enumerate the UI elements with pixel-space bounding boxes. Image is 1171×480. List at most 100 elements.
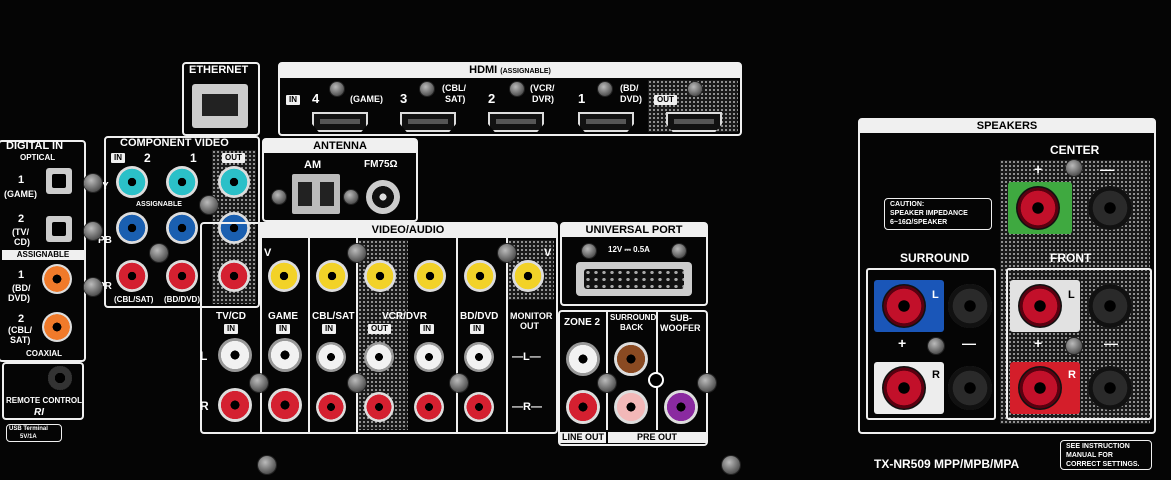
- coaxial-2-name-b: SAT): [10, 335, 31, 345]
- game-in-badge: IN: [276, 324, 290, 334]
- remote-control-jack[interactable]: [48, 366, 72, 390]
- component-1-name: (BD/DVD): [164, 295, 200, 304]
- optical-2-name-b: CD): [14, 237, 30, 247]
- vcrdvr-out-badge: OUT: [368, 324, 391, 334]
- coaxial-2-jack[interactable]: [42, 312, 72, 342]
- zone2-left-jack[interactable]: [566, 342, 600, 376]
- optical-2-name-a: (TV/: [12, 227, 29, 237]
- front-screw: [1066, 338, 1082, 354]
- surround-left-plus-terminal[interactable]: [874, 280, 944, 332]
- tvcd-audio-right-jack[interactable]: [218, 388, 252, 422]
- vcrdvr-video-in-jack[interactable]: [414, 260, 446, 292]
- tvcd-audio-left-jack[interactable]: [218, 338, 252, 372]
- game-audio-right-jack[interactable]: [268, 388, 302, 422]
- video-audio-divider-3: [356, 238, 358, 432]
- chassis-screw: [450, 374, 468, 392]
- universal-power-label: 12V ⎓ 0.5A: [608, 245, 650, 254]
- component-2-y-jack[interactable]: [116, 166, 148, 198]
- monitor-video-out-jack[interactable]: [512, 260, 544, 292]
- surround-left-label: L: [932, 289, 939, 301]
- hdmi-2-port[interactable]: [488, 112, 544, 132]
- bddvd-audio-left-jack[interactable]: [464, 342, 494, 372]
- component-1-pb-jack[interactable]: [166, 212, 198, 244]
- surround-right-minus-terminal[interactable]: [948, 366, 992, 410]
- surround-back-label-b: BACK: [620, 323, 644, 332]
- front-left-plus-terminal[interactable]: [1010, 280, 1080, 332]
- zone2-divider: [606, 312, 608, 430]
- component-2-pr-jack[interactable]: [116, 260, 148, 292]
- optical-2-jack[interactable]: [46, 216, 72, 242]
- hdmi-3-port[interactable]: [400, 112, 456, 132]
- front-left-minus-terminal[interactable]: [1088, 284, 1132, 328]
- hdmi-2-number: 2: [488, 91, 496, 106]
- universal-screw-right: [672, 244, 686, 258]
- universal-port-connector[interactable]: [576, 262, 692, 296]
- zone2-right-jack[interactable]: [566, 390, 600, 424]
- hdmi-3-number: 3: [400, 91, 408, 106]
- video-audio-divider-4: [456, 238, 458, 432]
- chassis-screw: [84, 278, 102, 296]
- hdmi-out-port[interactable]: [666, 112, 722, 132]
- cblsat-audio-left-jack[interactable]: [316, 342, 346, 372]
- am-terminal[interactable]: [292, 174, 340, 214]
- chassis-screw: [250, 374, 268, 392]
- hdmi-1-port[interactable]: [578, 112, 634, 132]
- vcrdvr-audio-right-out-jack[interactable]: [364, 392, 394, 422]
- bddvd-video-jack[interactable]: [464, 260, 496, 292]
- component-video-title: COMPONENT VIDEO: [120, 137, 229, 149]
- monitor-right-label: —R—: [512, 402, 542, 413]
- subwoofer-jack[interactable]: [664, 390, 698, 424]
- bddvd-audio-right-jack[interactable]: [464, 392, 494, 422]
- game-video-jack[interactable]: [268, 260, 300, 292]
- game-audio-left-jack[interactable]: [268, 338, 302, 372]
- center-plus-terminal[interactable]: [1008, 182, 1072, 234]
- chassis-screw: [84, 174, 102, 192]
- ethernet-port[interactable]: [192, 84, 248, 128]
- vcrdvr-audio-right-in-jack[interactable]: [414, 392, 444, 422]
- ri-logo: RI: [34, 407, 44, 418]
- hdmi-4-port[interactable]: [312, 112, 368, 132]
- hdmi-2-screw: [510, 82, 524, 96]
- am-label: AM: [304, 159, 322, 171]
- hdmi-4-screw: [330, 82, 344, 96]
- vcrdvr-audio-left-out-jack[interactable]: [364, 342, 394, 372]
- zone2-label: ZONE 2: [564, 317, 601, 328]
- cblsat-video-jack[interactable]: [316, 260, 348, 292]
- center-minus-terminal[interactable]: [1088, 186, 1132, 230]
- hdmi-title: HDMI: [469, 64, 498, 76]
- component-out-y-jack[interactable]: [218, 166, 250, 198]
- usb-terminal-label: USB Terminal: [9, 426, 48, 432]
- front-plus-sign: +: [1034, 335, 1043, 351]
- component-input-2-number: 2: [144, 151, 151, 165]
- component-1-pr-jack[interactable]: [166, 260, 198, 292]
- front-right-minus-terminal[interactable]: [1088, 366, 1132, 410]
- fm-connector[interactable]: [366, 180, 400, 214]
- surround-back-right-jack[interactable]: [614, 390, 648, 424]
- center-screw: [1066, 160, 1082, 176]
- hdmi-in-badge: IN: [286, 95, 300, 105]
- optical-label: OPTICAL: [20, 153, 56, 162]
- hdmi-3-name-a: (CBL/: [442, 83, 466, 93]
- front-minus-sign: —: [1104, 335, 1118, 351]
- cblsat-audio-right-jack[interactable]: [316, 392, 346, 422]
- vcrdvr-audio-left-in-jack[interactable]: [414, 342, 444, 372]
- manual-notice-line-2: MANUAL FOR: [1066, 452, 1113, 459]
- surround-back-label-a: SURROUND: [610, 313, 657, 322]
- surround-left-minus-terminal[interactable]: [948, 284, 992, 328]
- component-1-y-jack[interactable]: [166, 166, 198, 198]
- chassis-screw: [150, 244, 168, 262]
- surround-back-left-jack[interactable]: [614, 342, 648, 376]
- bddvd-in-badge: IN: [470, 324, 484, 334]
- video-audio-title: VIDEO/AUDIO: [371, 224, 445, 236]
- chassis-screw: [200, 196, 218, 214]
- coaxial-1-jack[interactable]: [42, 264, 72, 294]
- component-in-badge: IN: [111, 153, 125, 163]
- monitor-out-label-b: OUT: [520, 321, 539, 331]
- component-2-pb-jack[interactable]: [116, 212, 148, 244]
- video-audio-divider-5: [506, 238, 508, 432]
- vcrdvr-video-out-jack[interactable]: [364, 260, 396, 292]
- antenna-screw-left: [272, 190, 286, 204]
- universal-screw-left: [582, 244, 596, 258]
- coaxial-1-name-b: DVD): [8, 293, 30, 303]
- optical-1-jack[interactable]: [46, 168, 72, 194]
